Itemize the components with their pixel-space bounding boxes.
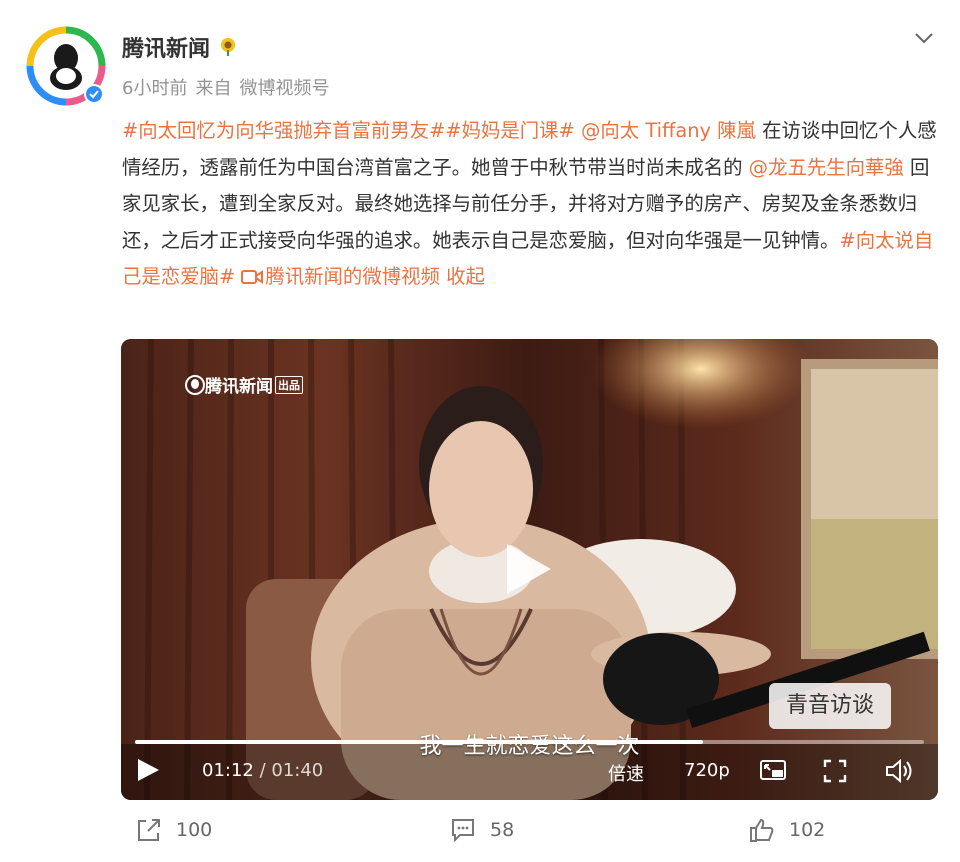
mention-link[interactable]: @向太 Tiffany 陳嵐 xyxy=(581,119,756,142)
play-icon[interactable] xyxy=(499,540,555,598)
mention-link[interactable]: @龙五先生向華強 xyxy=(749,156,904,179)
sunflower-badge-icon xyxy=(221,38,235,56)
repost-count: 100 xyxy=(176,819,213,841)
video-subtitle: 我一生就恋爱这么一次 xyxy=(419,734,640,759)
share-icon xyxy=(138,819,160,841)
video-watermark: 腾讯新闻 出品 xyxy=(185,372,303,397)
repost-button[interactable]: 100 xyxy=(136,815,212,845)
verified-icon xyxy=(86,86,102,102)
author-avatar[interactable] xyxy=(24,24,108,108)
time-display: 01:12 / 01:40 xyxy=(202,760,324,781)
hashtag-link[interactable]: #向太回忆为向华强抛弃首富前男友# xyxy=(122,119,445,142)
thumbs-up-icon xyxy=(750,818,774,842)
chevron-down-icon[interactable] xyxy=(912,28,936,48)
like-button[interactable]: 102 xyxy=(749,815,825,845)
duration: 01:40 xyxy=(271,760,324,781)
comment-icon xyxy=(452,819,474,843)
quality-button[interactable]: 720p xyxy=(684,760,730,781)
hashtag-link[interactable]: #妈妈是门课# xyxy=(445,119,574,142)
show-name-tag: 青音访谈 xyxy=(769,683,891,729)
like-count: 102 xyxy=(789,819,826,841)
video-source-link[interactable]: 腾讯新闻的微博视频 xyxy=(241,265,440,288)
progress-fill xyxy=(135,740,704,744)
current-time: 01:12 xyxy=(202,760,254,781)
post-time[interactable]: 6小时前 xyxy=(122,78,187,99)
play-control-icon[interactable] xyxy=(135,757,161,783)
speed-button[interactable]: 倍速 xyxy=(608,760,644,786)
tencent-news-logo-icon xyxy=(185,374,205,395)
fullscreen-icon[interactable] xyxy=(823,759,847,783)
collapse-link[interactable]: 收起 xyxy=(446,265,485,288)
comment-count: 58 xyxy=(490,819,515,841)
post-source[interactable]: 微博视频号 xyxy=(239,78,329,99)
progress-bar[interactable] xyxy=(135,740,924,744)
video-camera-icon xyxy=(241,270,264,284)
volume-icon[interactable] xyxy=(885,758,915,784)
source-prefix: 来自 xyxy=(195,78,232,99)
weibo-post-card: 腾讯新闻 6小时前 来自 微博视频号 #向太回忆为向华强抛弃首富前男友##妈妈是门课… xyxy=(0,0,960,862)
post-content: #向太回忆为向华强抛弃首富前男友##妈妈是门课# @向太 Tiffany 陳嵐 … xyxy=(122,113,942,296)
comment-button[interactable]: 58 xyxy=(450,815,514,845)
author-name[interactable]: 腾讯新闻 xyxy=(122,31,210,63)
picture-in-picture-icon[interactable] xyxy=(759,758,787,784)
video-player[interactable]: 腾讯新闻 出品 青音访谈 我一生就恋爱这么一次 01:12 / 01:40 倍速… xyxy=(121,339,938,800)
post-meta: 6小时前 来自 微博视频号 xyxy=(122,74,337,100)
